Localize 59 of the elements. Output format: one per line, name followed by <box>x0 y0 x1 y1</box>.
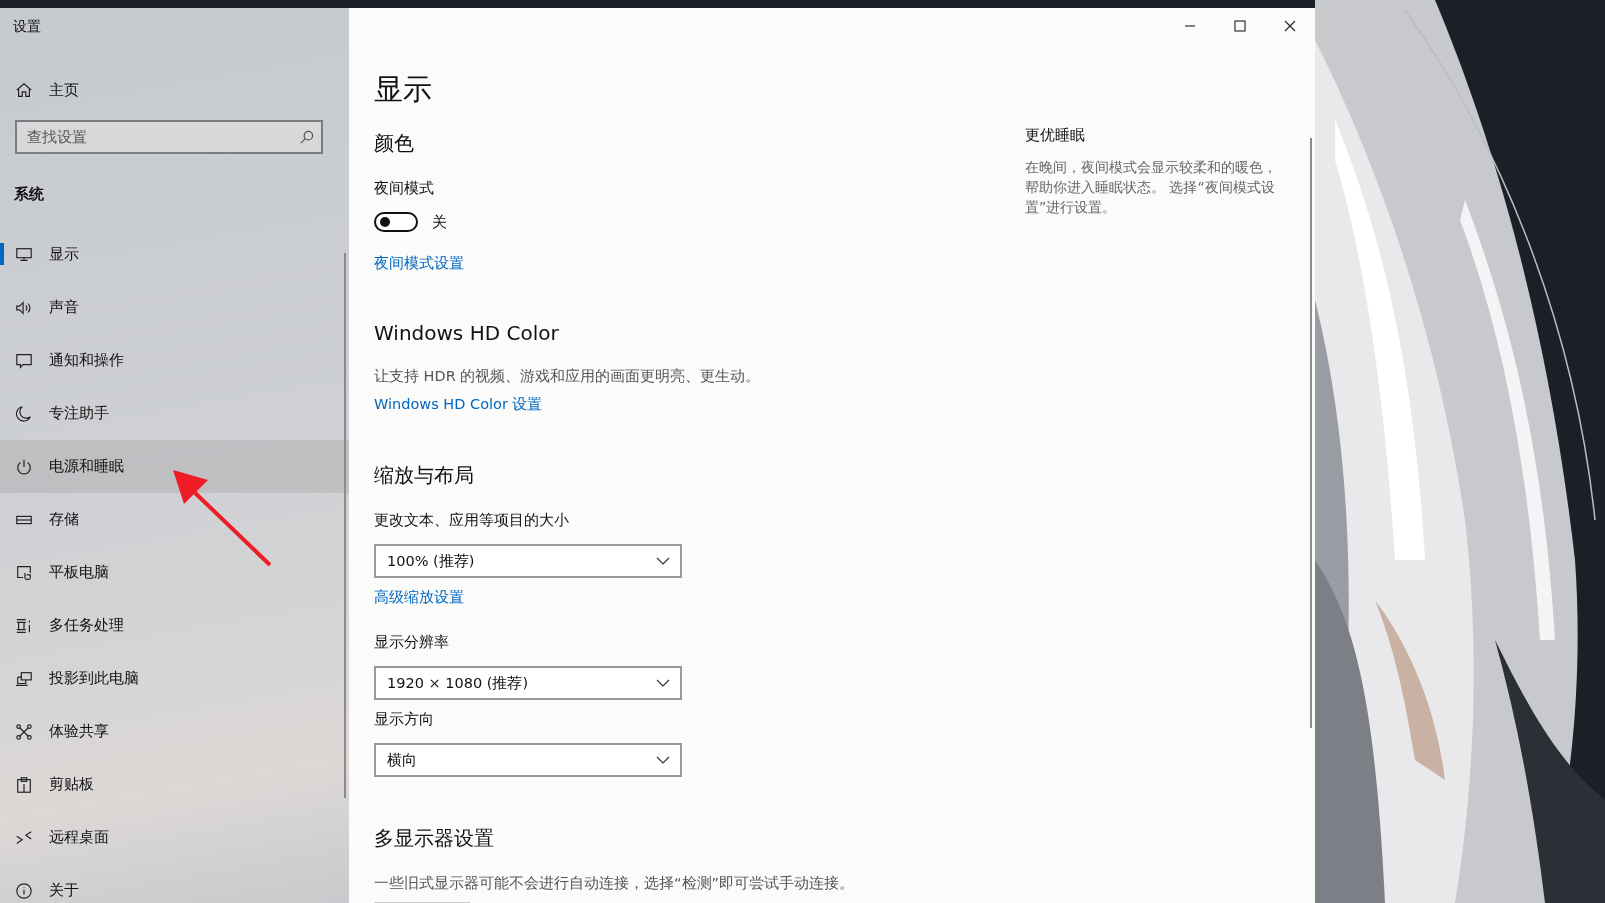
sidebar-item[interactable]: 剪贴板 <box>0 758 349 811</box>
dropdown[interactable]: 100% (推荐) <box>374 544 682 578</box>
sidebar-item[interactable]: 关于 <box>0 864 349 903</box>
description-text: 一些旧式显示器可能不会进行自动连接，选择“检测”即可尝试手动连接。 <box>374 874 855 892</box>
section-heading: 系统 <box>14 185 44 204</box>
section-heading: Windows HD Color <box>374 321 559 345</box>
section-heading: 颜色 <box>374 130 414 157</box>
setting-label: 显示方向 <box>374 710 434 729</box>
toggle-switch[interactable] <box>374 212 418 232</box>
sidebar-item[interactable]: 专注助手 <box>0 387 349 440</box>
setting-label: 显示分辨率 <box>374 633 449 652</box>
close-icon <box>1284 20 1296 32</box>
clipboard-icon <box>15 775 33 794</box>
multitask-icon <box>15 616 33 635</box>
dropdown[interactable]: 横向 <box>374 743 682 777</box>
notification-icon <box>15 351 33 370</box>
sidebar-item[interactable]: 平板电脑 <box>0 546 349 599</box>
sidebar-item[interactable]: 显示 <box>0 228 349 281</box>
share-icon <box>15 722 33 741</box>
section-heading: 缩放与布局 <box>374 462 474 489</box>
about-icon <box>15 881 33 900</box>
panel-heading: 更优睡眠 <box>1025 126 1085 145</box>
page-title: 显示 <box>374 71 432 108</box>
tablet-icon <box>15 563 33 582</box>
toggle-state-label: 关 <box>432 212 447 232</box>
search-icon <box>299 130 314 145</box>
setting-label: 夜间模式 <box>374 179 434 198</box>
sidebar-item[interactable]: 通知和操作 <box>0 334 349 387</box>
home-icon <box>15 81 33 99</box>
section-heading: 多显示器设置 <box>374 825 494 852</box>
scrollbar[interactable] <box>344 253 346 798</box>
maximize-icon <box>1234 20 1246 32</box>
sidebar-item[interactable]: 远程桌面 <box>0 811 349 864</box>
scrollbar[interactable] <box>1310 138 1312 728</box>
project-icon <box>15 669 33 688</box>
settings-link[interactable]: Windows HD Color 设置 <box>374 395 543 414</box>
sidebar-item[interactable]: 多任务处理 <box>0 599 349 652</box>
power-icon <box>15 457 33 476</box>
chevron-down-icon <box>656 756 670 764</box>
sidebar-item[interactable]: 投影到此电脑 <box>0 652 349 705</box>
setting-label: 更改文本、应用等项目的大小 <box>374 511 569 530</box>
sidebar-item[interactable]: 电源和睡眠 <box>0 440 349 493</box>
remote-icon <box>15 828 33 847</box>
description-text: 让支持 HDR 的视频、游戏和应用的画面更明亮、更生动。 <box>374 367 761 385</box>
panel-description: 在晚间，夜间模式会显示较柔和的暖色，帮助你进入睡眠状态。 选择“夜间模式设置”进行设置。 <box>1025 158 1278 217</box>
settings-link[interactable]: 夜间模式设置 <box>374 254 464 273</box>
moon-icon <box>15 404 33 423</box>
settings-link[interactable]: 高级缩放设置 <box>374 588 464 607</box>
display-icon <box>15 245 33 264</box>
dropdown[interactable]: 1920 × 1080 (推荐) <box>374 666 682 700</box>
search-field[interactable]: 查找设置 <box>15 120 323 154</box>
chevron-down-icon <box>656 679 670 687</box>
sidebar-item[interactable]: 声音 <box>0 281 349 334</box>
chevron-down-icon <box>656 557 670 565</box>
home-nav-item[interactable]: 主页 <box>0 74 349 106</box>
sidebar-item[interactable]: 存储 <box>0 493 349 546</box>
window-title: 设置 <box>12 17 41 36</box>
sidebar-item[interactable]: 体验共享 <box>0 705 349 758</box>
sound-icon <box>15 298 33 317</box>
